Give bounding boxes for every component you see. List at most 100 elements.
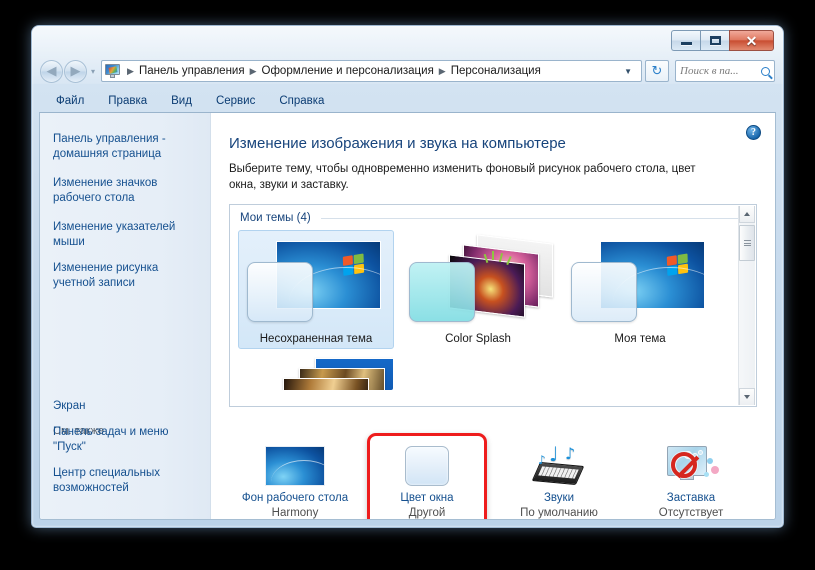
option-window-color[interactable]: Цвет окна Другой <box>361 433 493 519</box>
option-value: Отсутствует <box>658 507 724 519</box>
help-icon[interactable]: ? <box>746 125 761 140</box>
theme-label: Моя тема <box>614 333 666 345</box>
sidebar-item-account-picture[interactable]: Изменение рисунка учетной записи <box>40 261 210 291</box>
group-divider <box>320 217 742 219</box>
scroll-down-button[interactable] <box>739 388 755 405</box>
navigation-bar: ◀ ▶ ▾ ▶ Панель управления ▶ Оформление и… <box>32 56 783 86</box>
minimize-button[interactable] <box>671 30 700 51</box>
option-icon-slot: ♪ ♩ ♪ <box>493 441 625 491</box>
address-bar[interactable]: ▶ Панель управления ▶ Оформление и персо… <box>101 60 642 82</box>
breadcrumb-item-0[interactable]: Панель управления <box>138 65 246 77</box>
forward-button[interactable]: ▶ <box>64 59 87 83</box>
close-icon: ✕ <box>745 32 758 49</box>
option-screensaver[interactable]: Заставка Отсутствует <box>625 439 757 519</box>
glass-window-preview-icon <box>571 262 637 322</box>
minimize-icon <box>680 42 692 45</box>
breadcrumb-separator[interactable]: ▶ <box>123 66 138 77</box>
option-sounds[interactable]: ♪ ♩ ♪ Звуки По умолчанию <box>493 439 625 519</box>
forward-arrow-icon: ▶ <box>70 63 81 79</box>
theme-gallery: Мои темы (4) Несохраненная тема Color Sp… <box>229 204 757 407</box>
music-note-icon: ♩ <box>549 442 559 466</box>
sidebar-item-taskbar-start-menu[interactable]: Панель задач и меню "Пуск" <box>53 425 200 455</box>
option-icon-slot <box>625 441 757 491</box>
theme-group-header: Мои темы (4) <box>230 205 756 224</box>
option-icon-slot <box>361 441 493 491</box>
see-also-list: Экран Панель задач и меню "Пуск" Центр с… <box>40 399 210 519</box>
theme-thumbnail <box>405 234 553 329</box>
menu-item-view[interactable]: Вид <box>171 95 192 107</box>
screensaver-icon <box>663 444 719 488</box>
no-entry-icon <box>671 452 697 478</box>
theme-label: Color Splash <box>445 333 511 345</box>
music-note-icon: ♪ <box>565 444 576 463</box>
theme-tile-row: Несохраненная тема Color Splash Моя тема <box>230 224 756 349</box>
refresh-icon: ↻ <box>651 63 663 79</box>
breadcrumb-item-2[interactable]: Персонализация <box>450 65 542 77</box>
recent-locations-icon[interactable]: ▾ <box>91 67 95 76</box>
theme-tile-color-splash[interactable]: Color Splash <box>400 230 556 349</box>
back-arrow-icon: ◀ <box>46 63 57 79</box>
maximize-button[interactable] <box>700 30 729 51</box>
search-icon <box>761 66 770 76</box>
gallery-scrollbar[interactable] <box>738 206 755 405</box>
menu-bar: Файл Правка Вид Сервис Справка <box>32 90 783 112</box>
theme-tile-unsaved[interactable]: Несохраненная тема <box>238 230 394 349</box>
window-color-icon <box>405 446 449 486</box>
breadcrumb-separator[interactable]: ▶ <box>435 66 450 77</box>
option-title[interactable]: Фон рабочего стола <box>229 492 361 504</box>
close-button[interactable]: ✕ <box>729 30 774 51</box>
option-title[interactable]: Заставка <box>625 492 757 504</box>
page-description: Выберите тему, чтобы одновременно измени… <box>229 163 696 191</box>
window-body: Панель управления - домашняя страница Из… <box>39 112 776 520</box>
title-bar[interactable]: ✕ <box>32 26 783 59</box>
windows-flag-icon <box>342 253 367 279</box>
theme-tile-landscape[interactable] <box>238 351 394 391</box>
scrollbar-grip-icon <box>743 238 751 247</box>
theme-thumbnail <box>243 358 393 390</box>
sounds-icon: ♪ ♩ ♪ <box>531 444 587 488</box>
wallpaper-icon <box>265 446 325 486</box>
sidebar-item-desktop-icons[interactable]: Изменение значков рабочего стола <box>40 176 210 206</box>
menu-item-edit[interactable]: Правка <box>108 95 147 107</box>
menu-item-help[interactable]: Справка <box>279 95 324 107</box>
page-title: Изменение изображения и звука на компьют… <box>229 135 566 152</box>
theme-thumbnail <box>243 237 389 329</box>
photo-stack-icon <box>263 358 393 390</box>
scroll-up-button[interactable] <box>739 206 755 223</box>
maximize-icon <box>709 36 721 45</box>
address-dropdown-icon[interactable]: ▼ <box>617 67 639 76</box>
back-button[interactable]: ◀ <box>40 59 63 83</box>
sidebar-item-mouse-pointers[interactable]: Изменение указателей мыши <box>40 220 210 250</box>
option-icon-slot <box>229 441 361 491</box>
menu-item-file[interactable]: Файл <box>56 95 84 107</box>
control-panel-icon <box>105 64 121 78</box>
sidebar-item-display[interactable]: Экран <box>53 399 200 414</box>
option-desktop-background[interactable]: Фон рабочего стола Harmony <box>229 439 361 519</box>
sidebar-item-control-panel-home[interactable]: Панель управления - домашняя страница <box>40 132 210 162</box>
breadcrumb-item-1[interactable]: Оформление и персонализация <box>261 65 435 77</box>
explorer-window: ✕ ◀ ▶ ▾ ▶ Панель управления ▶ Оформление… <box>31 25 784 528</box>
theme-tile-row-partial <box>230 349 756 391</box>
option-value: По умолчанию <box>520 507 598 519</box>
theme-group-title: Мои темы (4) <box>240 212 311 224</box>
option-value: Другой <box>408 507 446 519</box>
theme-tile-my-theme[interactable]: Моя тема <box>562 230 718 349</box>
main-content: ? Изменение изображения и звука на компь… <box>211 113 775 519</box>
chevron-up-icon <box>744 212 750 216</box>
theme-thumbnail <box>567 237 713 329</box>
breadcrumb-separator[interactable]: ▶ <box>246 66 261 77</box>
glass-window-preview-icon <box>247 262 313 322</box>
theme-label: Несохраненная тема <box>259 333 373 345</box>
scrollbar-thumb[interactable] <box>739 225 755 261</box>
navigation-sidebar: Панель управления - домашняя страница Из… <box>40 113 211 519</box>
option-title[interactable]: Цвет окна <box>361 492 493 504</box>
glass-window-preview-icon <box>409 262 475 322</box>
menu-item-tools[interactable]: Сервис <box>216 95 255 107</box>
option-title[interactable]: Звуки <box>493 492 625 504</box>
option-value: Harmony <box>271 507 319 519</box>
personalization-options: Фон рабочего стола Harmony Цвет окна Дру… <box>229 431 757 519</box>
search-input[interactable]: Поиск в па... <box>680 65 759 77</box>
refresh-button[interactable]: ↻ <box>645 60 669 82</box>
search-box[interactable]: Поиск в па... <box>675 60 775 82</box>
sidebar-item-ease-of-access-center[interactable]: Центр специальных возможностей <box>53 466 200 496</box>
